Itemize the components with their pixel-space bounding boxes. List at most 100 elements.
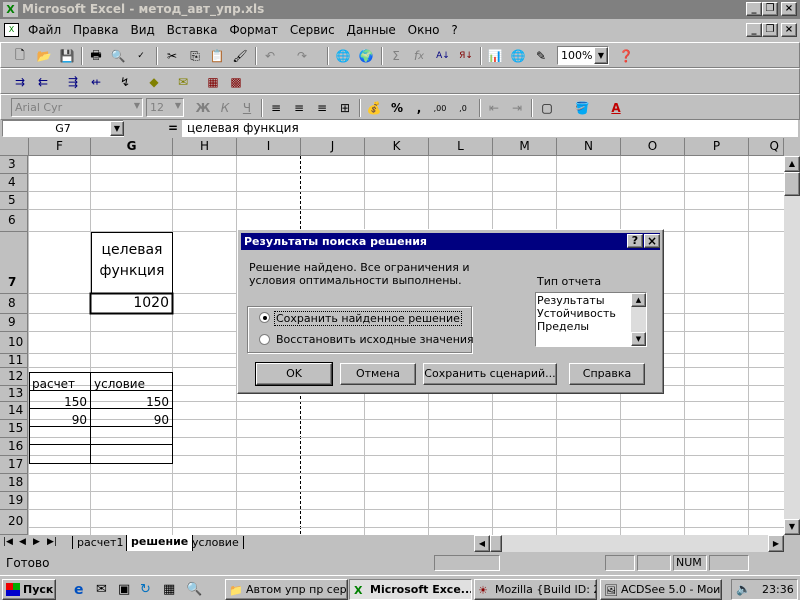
menu-edit[interactable]: Правка [69,20,123,40]
restore-button[interactable]: ❐ [762,2,778,16]
col-header-m[interactable]: M [493,138,557,156]
col-header-n[interactable]: N [557,138,621,156]
new-document-icon[interactable]: 🗋 [11,47,29,65]
merge-center-icon[interactable]: ⊞ [336,99,354,117]
cut-icon[interactable]: ✂ [163,47,181,65]
col-header-k[interactable]: K [365,138,429,156]
first-sheet-icon[interactable]: |◀ [3,537,13,547]
remove-precedent-arrows-icon[interactable]: ⇇ [34,73,52,91]
doc-restore-button[interactable]: ❐ [762,23,778,37]
doc-close-button[interactable]: × [781,23,797,37]
comma-style-icon[interactable]: , [410,99,428,117]
font-size-dropdown-icon[interactable]: ▼ [175,101,181,110]
vertical-scrollbar[interactable]: ▲ ▼ [784,156,800,535]
col-header-l[interactable]: L [429,138,493,156]
launcher-icon[interactable]: ▦ [163,582,175,597]
prev-sheet-icon[interactable]: ◀ [19,537,26,547]
row-header-8[interactable]: 8 [0,294,28,314]
function-icon[interactable]: fx [410,47,428,65]
remove-dependent-arrows-icon[interactable]: ⇷ [87,73,105,91]
open-folder-icon[interactable]: 📂 [35,47,53,65]
col-header-j[interactable]: J [301,138,365,156]
clear-validation-circles-icon[interactable]: ▩ [227,73,245,91]
col-header-o[interactable]: O [621,138,685,156]
row-header-6[interactable]: 6 [0,210,28,232]
menu-help[interactable]: ? [447,20,461,40]
report-type-list[interactable]: Результаты Устойчивость Пределы ▲ ▼ [535,292,647,347]
circle-invalid-data-icon[interactable]: ▦ [204,73,222,91]
row-header-5[interactable]: 5 [0,192,28,210]
row-header-14[interactable]: 14 [0,402,28,420]
ie-icon[interactable]: e [74,582,84,598]
row-header-7[interactable]: 7 [0,232,28,294]
copy-icon[interactable]: ⎘ [186,47,204,65]
autosum-icon[interactable]: Σ [387,47,405,65]
zoom-dropdown-icon[interactable]: ▼ [594,47,608,64]
report-limits[interactable]: Пределы [537,320,589,333]
dialog-close-button[interactable]: × [644,234,660,248]
sheet-tab-raschet1[interactable]: расчет1 [72,536,127,549]
radio-restore-label[interactable]: Восстановить исходные значения [276,333,474,346]
undo-icon[interactable]: ↶ [261,47,279,65]
borders-icon[interactable]: ▢ [538,99,556,117]
hyperlink-icon[interactable]: 🌐 [334,47,352,65]
sheet-tab-uslovie[interactable]: условие [188,536,244,549]
menu-file[interactable]: Файл [24,20,65,40]
radio-restore-indicator[interactable] [259,334,270,345]
chart-wizard-icon[interactable]: 📊 [486,47,504,65]
menu-window[interactable]: Окно [404,20,444,40]
italic-icon[interactable]: К [216,99,234,117]
font-color-icon[interactable]: A [607,99,625,117]
redo-icon[interactable]: ↷ [293,47,311,65]
row-header-9[interactable]: 9 [0,314,28,332]
save-scenario-button[interactable]: Сохранить сценарий... [423,363,557,385]
report-list-scrollbar[interactable]: ▲ ▼ [631,293,646,346]
close-button[interactable]: × [781,2,797,16]
trace-precedents-icon[interactable]: ⇉ [11,73,29,91]
font-dropdown-icon[interactable]: ▼ [134,101,140,110]
row-header-13[interactable]: 13 [0,386,28,402]
report-sensitivity[interactable]: Устойчивость [537,307,616,320]
fill-color-icon[interactable]: 🪣 [573,99,591,117]
row-header-15[interactable]: 15 [0,420,28,438]
col-header-p[interactable]: P [685,138,749,156]
office-assistant-icon[interactable]: ❓ [617,47,635,65]
web-toolbar-icon[interactable]: 🌍 [357,47,375,65]
name-box-dropdown-icon[interactable]: ▼ [110,121,124,136]
scroll-down-button[interactable]: ▼ [784,519,800,535]
decrease-indent-icon[interactable]: ⇤ [485,99,503,117]
select-all-corner[interactable] [0,138,29,156]
align-left-icon[interactable]: ≡ [267,99,285,117]
bold-icon[interactable]: Ж [194,99,212,117]
row-header-18[interactable]: 18 [0,474,28,492]
row-header-11[interactable]: 11 [0,354,28,368]
formula-input[interactable]: целевая функция [182,120,798,137]
trace-dependents-icon[interactable]: ⇶ [64,73,82,91]
col-header-i[interactable]: I [237,138,301,156]
row-header-17[interactable]: 17 [0,456,28,474]
currency-icon[interactable]: 💰 [365,99,383,117]
help-button[interactable]: Справка [569,363,645,385]
row-header-20[interactable]: 20 [0,510,28,535]
col-header-h[interactable]: H [173,138,237,156]
start-button[interactable]: Пуск [2,579,56,600]
row-header-12[interactable]: 12 [0,368,28,386]
scroll-up-button[interactable]: ▲ [784,156,800,172]
report-scroll-up-icon[interactable]: ▲ [631,293,646,307]
minimize-button[interactable]: _ [746,2,762,16]
font-select[interactable]: Arial Cyr ▼ [11,98,143,117]
col-header-f[interactable]: F [29,138,91,156]
percent-icon[interactable]: % [388,99,406,117]
task-acdsee[interactable]: 🖼 ACDSee 5.0 - Мои... [600,579,722,600]
trace-error-icon[interactable]: ◆ [145,73,163,91]
zoom-select[interactable]: 100% ▼ [557,46,609,65]
row-header-10[interactable]: 10 [0,332,28,354]
doc-minimize-button[interactable]: _ [746,23,762,37]
radio-keep-indicator[interactable] [259,312,270,323]
save-icon[interactable]: 💾 [58,47,76,65]
col-header-g[interactable]: G [91,138,173,156]
row-header-3[interactable]: 3 [0,156,28,174]
menu-tools[interactable]: Сервис [286,20,339,40]
task-mozilla[interactable]: ☀ Mozilla {Build ID: 2... [474,579,597,600]
increase-indent-icon[interactable]: ⇥ [508,99,526,117]
